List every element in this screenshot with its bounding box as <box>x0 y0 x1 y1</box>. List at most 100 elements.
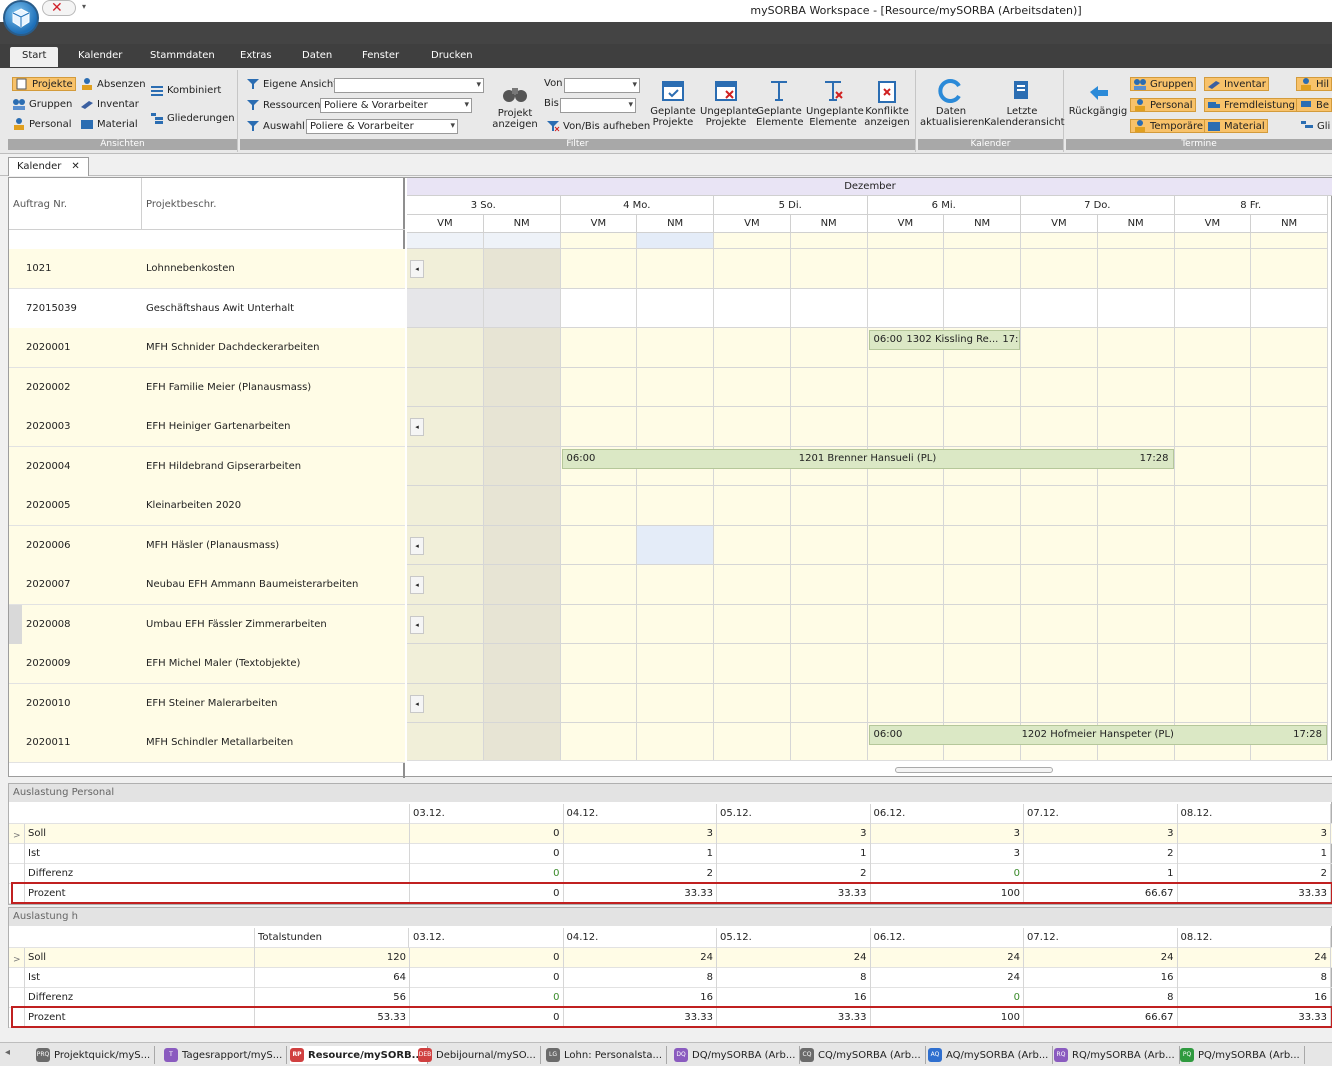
calendar-slot[interactable] <box>483 486 561 526</box>
termine-material-button[interactable]: Material <box>1204 119 1268 133</box>
scroll-to-entry-arrow-icon[interactable]: ◂ <box>410 615 424 634</box>
calendar-slot[interactable] <box>1021 328 1098 368</box>
table-row[interactable]: 2020003 EFH Heiniger Gartenarbeiten <box>9 407 405 447</box>
calendar-slot[interactable] <box>714 525 791 565</box>
daten-aktualisieren-button[interactable]: Daten aktualisieren <box>920 78 984 128</box>
table-row[interactable]: 2020002 EFH Familie Meier (Planausmass) <box>9 367 405 408</box>
calendar-slot[interactable] <box>790 525 868 565</box>
calendar-slot[interactable] <box>560 683 638 723</box>
calendar-slot[interactable] <box>1097 249 1175 289</box>
calendar-slot[interactable] <box>483 288 561 328</box>
calendar-slot[interactable] <box>1097 407 1175 447</box>
calendar-slot[interactable] <box>714 367 791 407</box>
day-header[interactable]: 8 Fr. <box>1174 196 1328 215</box>
calendar-slot[interactable] <box>1251 328 1328 368</box>
calendar-slot[interactable] <box>790 249 868 289</box>
calendar-slot[interactable] <box>560 249 638 289</box>
calendar-slot[interactable] <box>1174 604 1252 644</box>
gliederungen-button[interactable]: Gliederungen <box>150 112 235 124</box>
row-selector[interactable] <box>9 604 22 645</box>
taskbar-window-button[interactable]: LG Lohn: Personalsta... <box>546 1046 668 1064</box>
inventar-button[interactable]: Inventar <box>80 98 139 110</box>
tab-start[interactable]: Start <box>10 47 59 67</box>
calendar-slot[interactable] <box>483 249 561 289</box>
taskbar-window-button[interactable]: RQ RQ/mySORBA (Arb... <box>1054 1046 1180 1064</box>
scroll-to-entry-arrow-icon[interactable]: ◂ <box>410 260 424 278</box>
calendar-slot[interactable] <box>714 328 791 368</box>
calendar-slot[interactable] <box>1097 328 1175 368</box>
calendar-slot[interactable] <box>1251 367 1328 407</box>
konflikte-anzeigen-button[interactable]: Konflikte anzeigen <box>864 78 910 128</box>
calendar-slot[interactable] <box>714 486 791 526</box>
calendar-slot[interactable] <box>867 407 945 447</box>
calendar-slot[interactable] <box>1174 565 1252 605</box>
calendar-slot[interactable] <box>560 525 638 565</box>
scroll-to-entry-arrow-icon[interactable]: ◂ <box>410 576 424 594</box>
bis-select[interactable] <box>560 98 636 113</box>
calendar-slot[interactable] <box>407 644 484 684</box>
tab-kalender-document[interactable]: Kalender ✕ <box>8 157 89 176</box>
table-row[interactable]: Differenz 0 2 2 0 1 2 <box>9 864 1332 884</box>
calendar-slot[interactable] <box>1097 525 1175 565</box>
calendar-slot[interactable] <box>1021 367 1098 407</box>
taskbar-window-button[interactable]: DEB Debijournal/mySO... <box>418 1046 541 1064</box>
taskbar-scroll-left-icon[interactable]: ◂ <box>5 1047 10 1058</box>
calendar-slot[interactable] <box>1174 525 1252 565</box>
scroll-to-entry-arrow-icon[interactable]: ◂ <box>410 418 424 436</box>
calendar-slot[interactable] <box>1021 604 1098 644</box>
calendar-slot[interactable] <box>637 683 714 723</box>
table-row[interactable]: 2020004 EFH Hildebrand Gipserarbeiten <box>9 446 405 487</box>
calendar-slot[interactable] <box>790 644 868 684</box>
table-row[interactable]: 1021 Lohnnebenkosten <box>9 249 405 289</box>
table-row[interactable]: Ist 64 0 8 8 24 16 8 <box>9 968 1332 988</box>
calendar-slot[interactable] <box>560 407 638 447</box>
tab-stammdaten[interactable]: Stammdaten <box>150 50 215 61</box>
calendar-slot[interactable] <box>1097 604 1175 644</box>
calendar-slot[interactable] <box>1174 249 1252 289</box>
taskbar-window-button[interactable]: AQ AQ/mySORBA (Arb... <box>928 1046 1054 1064</box>
taskbar-window-button[interactable]: CQ CQ/mySORBA (Arb... <box>800 1046 926 1064</box>
column-header-projekt[interactable]: Projektbeschr. <box>146 199 216 210</box>
termine-hil-button[interactable]: Hil <box>1296 77 1332 91</box>
table-row[interactable]: Ist 0 1 1 3 2 1 <box>9 844 1332 864</box>
termine-fremdleistung-button[interactable]: Fremdleistung <box>1204 98 1299 112</box>
column-header-auftrag[interactable]: Auftrag Nr. <box>13 199 67 210</box>
calendar-slot[interactable] <box>1097 644 1175 684</box>
calendar-slot[interactable] <box>944 525 1021 565</box>
tab-fenster[interactable]: Fenster <box>362 50 399 61</box>
auswahl-select[interactable]: Poliere & Vorarbeiter <box>306 119 458 134</box>
calendar-slot[interactable] <box>790 328 868 368</box>
calendar-slot[interactable] <box>867 604 945 644</box>
calendar-slot[interactable] <box>637 288 714 328</box>
calendar-slot[interactable] <box>1174 407 1252 447</box>
calendar-slot[interactable] <box>407 446 484 486</box>
calendar-slot[interactable] <box>1174 644 1252 684</box>
calendar-slot[interactable] <box>944 486 1021 526</box>
scroll-thumb[interactable] <box>895 767 1053 773</box>
termine-inventar-button[interactable]: Inventar <box>1204 77 1269 91</box>
calendar-slot[interactable] <box>790 683 868 723</box>
eigene-ansicht-select[interactable] <box>334 78 484 93</box>
calendar-slot[interactable] <box>483 604 561 644</box>
table-row[interactable]: 2020005 Kleinarbeiten 2020 <box>9 486 405 526</box>
calendar-slot[interactable] <box>637 565 714 605</box>
calendar-slot[interactable] <box>407 288 484 328</box>
personal-button[interactable]: Personal <box>12 118 72 130</box>
calendar-slot[interactable] <box>637 604 714 644</box>
scroll-to-entry-arrow-icon[interactable]: ◂ <box>410 536 424 555</box>
calendar-slot[interactable] <box>1097 683 1175 723</box>
calendar-slot[interactable] <box>790 723 868 763</box>
calendar-slot[interactable] <box>944 683 1021 723</box>
calendar-slot[interactable] <box>944 249 1021 289</box>
table-row[interactable]: 2020011 MFH Schindler Metallarbeiten <box>9 723 405 763</box>
calendar-slot[interactable] <box>407 367 484 407</box>
calendar-slot[interactable] <box>637 328 714 368</box>
calendar-slot[interactable] <box>714 644 791 684</box>
calendar-slot[interactable] <box>637 525 714 565</box>
day-header[interactable]: 4 Mo. <box>560 196 714 215</box>
tab-drucken[interactable]: Drucken <box>431 50 473 61</box>
calendar-slot[interactable] <box>1097 367 1175 407</box>
geplante-projekte-button[interactable]: Geplante Projekte <box>650 78 696 128</box>
absenzen-button[interactable]: Absenzen <box>80 78 146 90</box>
tab-kalender[interactable]: Kalender <box>78 50 122 61</box>
